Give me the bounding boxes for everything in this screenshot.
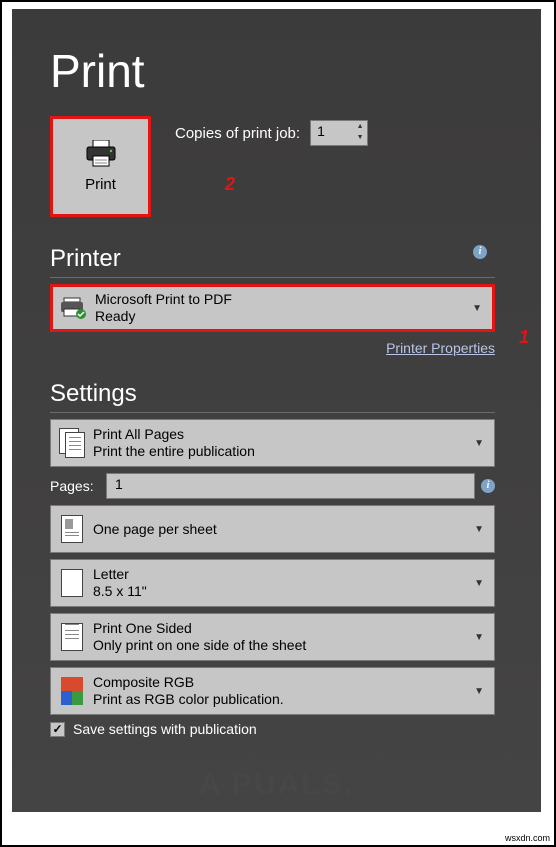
chevron-down-icon: ▼ [474, 578, 484, 589]
page-title: Print [50, 44, 541, 98]
printer-status-icon [53, 296, 95, 320]
print-range-title: Print All Pages [93, 426, 494, 443]
paper-title: Letter [93, 566, 494, 583]
annotation-marker-2: 2 [225, 174, 235, 195]
pages-label: Pages: [50, 478, 98, 494]
chevron-down-icon: ▼ [474, 438, 484, 449]
paper-sub: 8.5 x 11" [93, 583, 494, 600]
color-title: Composite RGB [93, 674, 494, 691]
color-sub: Print as RGB color publication. [93, 691, 494, 708]
copies-spinner[interactable]: 1 ▲ ▼ [310, 120, 368, 146]
print-all-pages-icon [51, 428, 93, 458]
chevron-down-icon: ▼ [472, 303, 482, 314]
print-button-annotation-box: Print [50, 116, 151, 217]
image-credit: wsxdn.com [505, 833, 550, 843]
copies-up-arrow-icon[interactable]: ▲ [353, 121, 367, 132]
copies-value[interactable]: 1 [311, 121, 353, 145]
duplex-sub: Only print on one side of the sheet [93, 637, 494, 654]
pages-input[interactable]: 1 [106, 473, 475, 499]
printer-status: Ready [95, 308, 492, 325]
print-range-dropdown[interactable]: Print All Pages Print the entire publica… [50, 419, 495, 467]
printer-name: Microsoft Print to PDF [95, 291, 492, 308]
print-range-sub: Print the entire publication [93, 443, 494, 460]
pages-info-icon[interactable]: i [481, 479, 495, 493]
copies-label: Copies of print job: [175, 125, 300, 142]
chevron-down-icon: ▼ [474, 524, 484, 535]
composite-rgb-icon [51, 677, 93, 705]
print-one-sided-icon [51, 623, 93, 651]
layout-dropdown[interactable]: One page per sheet ▼ [50, 505, 495, 553]
watermark: A PUALS. [12, 768, 541, 802]
print-button[interactable]: Print [53, 119, 148, 214]
divider [50, 277, 495, 278]
printer-icon [85, 140, 117, 168]
color-dropdown[interactable]: Composite RGB Print as RGB color publica… [50, 667, 495, 715]
save-settings-checkbox[interactable]: ✓ [50, 722, 65, 737]
annotation-marker-1: 1 [519, 327, 529, 348]
printer-dropdown[interactable]: Microsoft Print to PDF Ready ▼ [50, 284, 495, 332]
chevron-down-icon: ▼ [474, 686, 484, 697]
printer-properties-link[interactable]: Printer Properties [386, 340, 495, 356]
printer-info-icon[interactable]: i [473, 245, 487, 259]
save-settings-label: Save settings with publication [73, 721, 257, 737]
settings-section-header: Settings [50, 380, 541, 408]
print-button-label: Print [85, 176, 116, 193]
printer-section-header: Printer i [50, 245, 541, 273]
layout-title: One page per sheet [93, 521, 217, 538]
paper-size-dropdown[interactable]: Letter 8.5 x 11" ▼ [50, 559, 495, 607]
divider [50, 412, 495, 413]
chevron-down-icon: ▼ [474, 632, 484, 643]
copies-down-arrow-icon[interactable]: ▼ [353, 132, 367, 143]
save-settings-checkbox-row[interactable]: ✓ Save settings with publication [50, 721, 541, 737]
duplex-dropdown[interactable]: Print One Sided Only print on one side o… [50, 613, 495, 661]
one-page-per-sheet-icon [51, 515, 93, 543]
duplex-title: Print One Sided [93, 620, 494, 637]
paper-icon [51, 569, 93, 597]
